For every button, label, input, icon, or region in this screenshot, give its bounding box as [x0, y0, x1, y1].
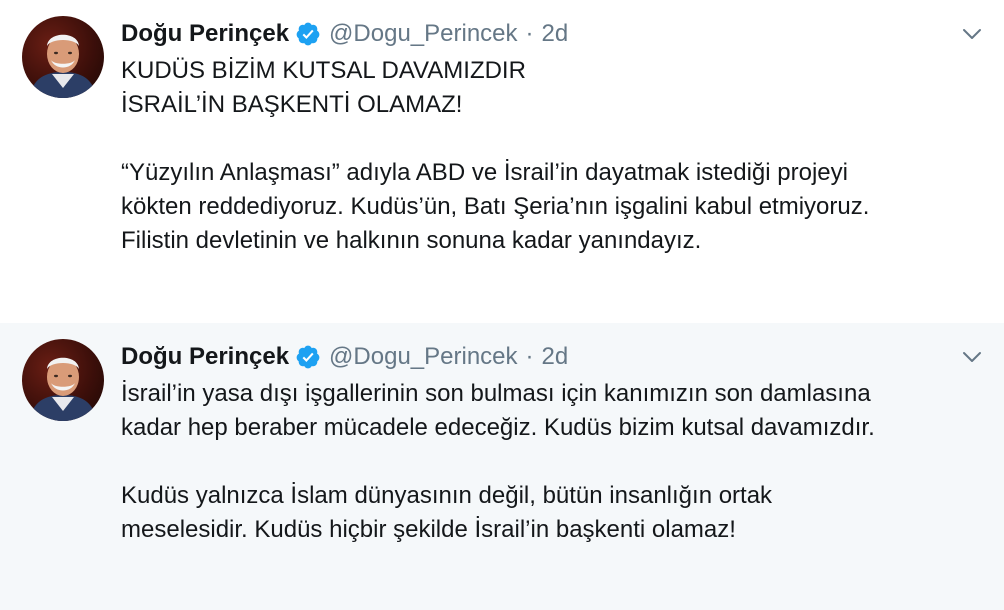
- text-line: KUDÜS BİZİM KUTSAL DAVAMIZDIR: [121, 57, 526, 84]
- tweet-paragraph: Kudüs yalnızca İslam dünyasının değil, b…: [121, 479, 981, 547]
- verified-badge-icon: [295, 21, 321, 47]
- author-handle[interactable]: @Dogu_Perincek: [329, 20, 517, 48]
- tweet-header: Doğu Perinçek @Dogu_Perincek · 2d: [121, 17, 568, 51]
- tweet-paragraph: KUDÜS BİZİM KUTSAL DAVAMIZDIR İSRAİL’İN …: [121, 54, 981, 122]
- avatar[interactable]: [22, 339, 104, 421]
- tweet-timestamp[interactable]: 2d: [542, 343, 569, 371]
- text-line: meselesidir. Kudüs hiçbir şekilde İsrail…: [121, 516, 736, 543]
- author-name[interactable]: Doğu Perinçek: [121, 343, 289, 371]
- tweet[interactable]: Doğu Perinçek @Dogu_Perincek · 2d KUDÜS …: [0, 0, 1004, 323]
- text-line: İSRAİL’İN BAŞKENTİ OLAMAZ!: [121, 91, 463, 118]
- tweet-text: KUDÜS BİZİM KUTSAL DAVAMIZDIR İSRAİL’İN …: [121, 54, 981, 258]
- tweet-paragraph: “Yüzyılın Anlaşması” adıyla ABD ve İsrai…: [121, 156, 981, 258]
- chevron-down-icon[interactable]: [960, 22, 984, 46]
- tweet-header: Doğu Perinçek @Dogu_Perincek · 2d: [121, 340, 568, 374]
- chevron-down-icon[interactable]: [960, 345, 984, 369]
- tweet[interactable]: Doğu Perinçek @Dogu_Perincek · 2d İsrail…: [0, 323, 1004, 610]
- text-line: “Yüzyılın Anlaşması” adıyla ABD ve İsrai…: [121, 159, 848, 186]
- text-line: Filistin devletinin ve halkının sonuna k…: [121, 227, 702, 254]
- verified-badge-icon: [295, 344, 321, 370]
- text-line: kadar hep beraber mücadele edeceğiz. Kud…: [121, 414, 875, 441]
- tweet-timestamp[interactable]: 2d: [542, 20, 569, 48]
- author-handle[interactable]: @Dogu_Perincek: [329, 343, 517, 371]
- tweet-text: İsrail’in yasa dışı işgallerinin son bul…: [121, 377, 981, 547]
- tweet-paragraph: İsrail’in yasa dışı işgallerinin son bul…: [121, 377, 981, 445]
- text-line: kökten reddediyoruz. Kudüs’ün, Batı Şeri…: [121, 193, 870, 220]
- separator-dot: ·: [525, 20, 534, 47]
- profile-photo-icon: [30, 357, 96, 421]
- author-name[interactable]: Doğu Perinçek: [121, 20, 289, 48]
- separator-dot: ·: [525, 343, 534, 370]
- profile-photo-icon: [30, 34, 96, 98]
- avatar[interactable]: [22, 16, 104, 98]
- text-line: İsrail’in yasa dışı işgallerinin son bul…: [121, 380, 871, 407]
- text-line: Kudüs yalnızca İslam dünyasının değil, b…: [121, 482, 773, 509]
